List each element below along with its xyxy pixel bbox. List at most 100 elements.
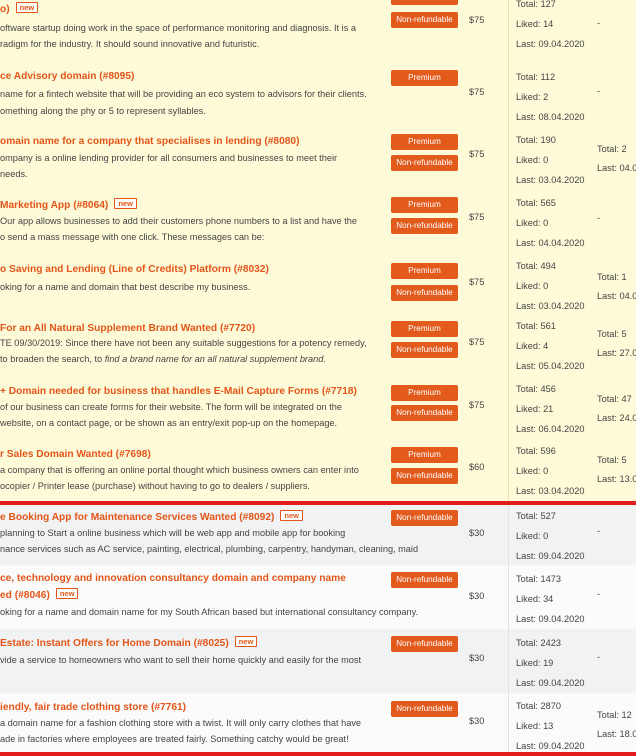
competitor-last: Last: 24.0 [597, 413, 636, 423]
contest-title-link[interactable]: o) new [0, 2, 390, 16]
contest-row[interactable]: ce, technology and innovation consultanc… [0, 565, 636, 630]
new-badge: new [280, 510, 303, 521]
contest-row[interactable]: Marketing App (#8064) new Our app allows … [0, 187, 636, 251]
contest-price: $30 [469, 653, 485, 663]
last-entry-date: Last: 06.04.2020 [516, 424, 585, 434]
contest-row[interactable]: o Saving and Lending (Line of Credits) P… [0, 250, 636, 314]
contest-row[interactable]: For an All Natural Supplement Brand Want… [0, 313, 636, 377]
likes-count: Liked: 0 [516, 466, 549, 476]
contest-stats: Total: 596 Liked: 0 Last: 03.04.2020 [516, 441, 596, 501]
new-badge: new [55, 588, 79, 599]
column-divider [508, 565, 509, 629]
last-entry-date: Last: 09.04.2020 [516, 39, 585, 49]
contest-description: oking for a name and domain name for my … [0, 607, 419, 617]
contest-row[interactable]: + Domain needed for business that handle… [0, 376, 636, 440]
contest-title-link[interactable]: For an All Natural Supplement Brand Want… [0, 322, 390, 335]
contest-description: a company that is offering an online por… [0, 465, 359, 475]
premium-badge: Premium [391, 385, 458, 401]
contest-title-link[interactable]: omain name for a company that specialise… [0, 135, 390, 148]
last-entry-date: Last: 09.04.2020 [516, 614, 585, 624]
entries-total: Total: 456 [516, 384, 556, 394]
column-divider [508, 313, 509, 376]
non-refundable-badge: Non-refundable [391, 468, 458, 484]
competitor-stats: Total: 5 Last: 13.0 [597, 451, 636, 489]
entries-total: Total: 190 [516, 135, 556, 145]
last-entry-date: Last: 03.04.2020 [516, 175, 585, 185]
contest-description: radigm for the industry. It should sound… [0, 39, 260, 49]
contest-description: nance services such as AC service, paint… [0, 544, 419, 554]
column-divider [508, 629, 509, 693]
contest-price: $75 [469, 15, 485, 25]
contest-description: ompany is a online lending provider for … [0, 153, 338, 163]
contest-title-link[interactable]: Estate: Instant Offers for Home Domain (… [0, 636, 390, 650]
competitor-stats: Total: 5 Last: 27.0 [597, 325, 636, 363]
likes-count: Liked: 21 [516, 404, 554, 414]
entries-total: Total: 127 [516, 0, 556, 9]
contest-row[interactable]: e Booking App for Maintenance Services W… [0, 505, 636, 566]
contest-description: name for a fintech website that will be … [0, 89, 367, 99]
entries-total: Total: 112 [516, 72, 556, 82]
likes-count: Liked: 19 [516, 658, 554, 668]
contest-title-link[interactable]: ce, technology and innovation consultanc… [0, 572, 390, 585]
competitor-stats: - [597, 86, 601, 96]
contest-title-link[interactable]: o Saving and Lending (Line of Credits) P… [0, 263, 390, 276]
contest-title-link[interactable]: Marketing App (#8064) new [0, 198, 390, 212]
contest-row[interactable]: omain name for a company that specialise… [0, 124, 636, 188]
premium-badge: Premium [391, 263, 458, 279]
column-divider [508, 376, 509, 439]
competitor-total: Total: 5 [597, 455, 627, 465]
contest-description: Our app allows businesses to add their c… [0, 216, 357, 226]
contest-row[interactable]: ce Advisory domain (#8095) name for a fi… [0, 65, 636, 125]
non-refundable-badge: Non-refundable [391, 636, 458, 652]
contest-description: TE 09/30/2019: Since there have not been… [0, 338, 367, 348]
competitor-stats: Total: 47 Last: 24.0 [597, 390, 636, 428]
column-divider [508, 65, 509, 124]
likes-count: Liked: 0 [516, 218, 549, 228]
contest-title-link[interactable]: ed (#8046) new [0, 588, 390, 602]
contest-title-link[interactable]: r Sales Domain Wanted (#7698) [0, 448, 390, 461]
competitor-last: Last: 13.0 [597, 474, 636, 484]
competitor-stats: - [597, 18, 601, 28]
contest-stats: Total: 112 Liked: 2 Last: 08.04.2020 [516, 67, 596, 124]
description-text: to broaden the search, to find a brand n… [0, 354, 326, 364]
contest-description: ocopier / Printer lease (purchase) witho… [0, 481, 310, 491]
entries-total: Total: 561 [516, 321, 556, 331]
contest-stats: Total: 565 Liked: 0 Last: 04.04.2020 [516, 193, 596, 250]
likes-count: Liked: 4 [516, 341, 549, 351]
entries-total: Total: 565 [516, 198, 556, 208]
contest-row[interactable]: Estate: Instant Offers for Home Domain (… [0, 629, 636, 694]
contest-price: $75 [469, 337, 485, 347]
new-badge: new [114, 198, 137, 209]
likes-count: Liked: 13 [516, 721, 554, 731]
last-entry-date: Last: 03.04.2020 [516, 486, 585, 496]
likes-count: Liked: 0 [516, 281, 549, 291]
contest-row[interactable]: r Sales Domain Wanted (#7698) a company … [0, 439, 636, 502]
column-divider [508, 250, 509, 313]
column-divider [508, 439, 509, 501]
premium-badge: Premium [391, 0, 458, 5]
entries-total: Total: 596 [516, 446, 556, 456]
contest-description: omething along the phy or 5 to represent… [0, 106, 206, 116]
contest-description: website, on a contact page, or be shown … [0, 418, 338, 428]
competitor-total: Total: 2 [597, 144, 627, 154]
entries-total: Total: 494 [516, 261, 556, 271]
competitor-stats: - [597, 526, 601, 536]
contest-price: $60 [469, 462, 485, 472]
contest-row[interactable]: iendly, fair trade clothing store (#7761… [0, 693, 636, 752]
contest-price: $30 [469, 528, 485, 538]
contest-title-link[interactable]: ce Advisory domain (#8095) [0, 70, 390, 83]
contest-title-link[interactable]: + Domain needed for business that handle… [0, 385, 390, 398]
entries-total: Total: 1473 [516, 574, 561, 584]
contest-title-link[interactable]: e Booking App for Maintenance Services W… [0, 510, 390, 524]
last-entry-date: Last: 09.04.2020 [516, 741, 585, 751]
non-refundable-badge: Non-refundable [391, 218, 458, 234]
contest-row[interactable]: o) new oftware startup doing work in the … [0, 0, 636, 66]
last-entry-date: Last: 08.04.2020 [516, 112, 585, 122]
likes-count: Liked: 34 [516, 594, 554, 604]
contest-stats: Total: 494 Liked: 0 Last: 03.04.2020 [516, 256, 596, 313]
competitor-stats: - [597, 589, 601, 599]
competitor-total: Total: 1 [597, 272, 627, 282]
contest-price: $75 [469, 400, 485, 410]
entries-total: Total: 527 [516, 511, 556, 521]
contest-title-link[interactable]: iendly, fair trade clothing store (#7761… [0, 701, 390, 714]
